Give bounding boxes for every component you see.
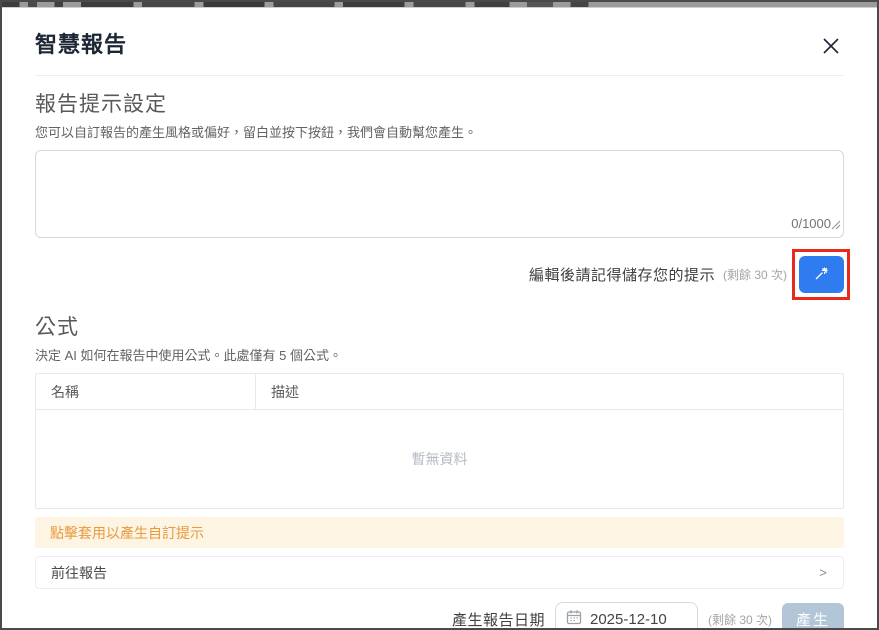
- apply-prompt-banner[interactable]: 點擊套用以產生自訂提示: [35, 517, 844, 548]
- prompt-section-description: 您可以自訂報告的產生風格或偏好，留白並按下按鈕，我們會自動幫您產生。: [35, 125, 844, 141]
- formula-table-header: 名稱 描述: [36, 374, 843, 410]
- column-header-description: 描述: [256, 374, 843, 409]
- resize-handle-icon[interactable]: [831, 217, 841, 235]
- char-counter: 0/1000: [791, 216, 831, 231]
- report-date-value: 2025-12-10: [590, 611, 667, 628]
- magic-wand-icon: [813, 264, 831, 285]
- generate-remaining-note: (剩餘 30 次): [708, 611, 772, 628]
- formula-table: 名稱 描述 暫無資料: [35, 373, 844, 509]
- close-icon: [821, 44, 841, 59]
- save-hint-row: 編輯後請記得儲存您的提示 (剩餘 30 次): [35, 249, 844, 299]
- formula-section-heading: 公式: [35, 314, 844, 342]
- goto-report-label: 前往報告: [51, 563, 107, 583]
- screenshot-stage: 智慧報告 報告提示設定 您可以自訂報告的產生風格或偏好，留白並按下按鈕，我們會自…: [0, 0, 879, 630]
- prompt-textarea[interactable]: [35, 150, 844, 238]
- header-divider: [35, 75, 844, 76]
- auto-generate-prompt-button[interactable]: [799, 256, 844, 293]
- prompt-textarea-wrap: 0/1000: [35, 150, 844, 238]
- modal-header: 智慧報告: [35, 8, 844, 60]
- close-button[interactable]: [820, 36, 842, 58]
- generate-report-button[interactable]: 產生: [782, 603, 844, 630]
- generate-footer-row: 產生報告日期 2025-12-10 (剩餘 30 次) 產生: [35, 602, 844, 630]
- column-header-name: 名稱: [36, 374, 256, 409]
- chevron-right-icon: >: [819, 565, 827, 580]
- goto-report-row[interactable]: 前往報告 >: [35, 556, 844, 589]
- magic-button-wrap: [799, 256, 844, 293]
- formula-section-description: 決定 AI 如何在報告中使用公式。此處僅有 5 個公式。: [35, 348, 844, 364]
- report-date-label: 產生報告日期: [452, 609, 545, 630]
- calendar-icon: [566, 609, 582, 630]
- prompt-remaining-note: (剩餘 30 次): [723, 266, 787, 283]
- table-empty-state: 暫無資料: [36, 410, 843, 508]
- prompt-section-heading: 報告提示設定: [35, 91, 844, 119]
- modal-title: 智慧報告: [35, 30, 844, 60]
- smart-report-modal: 智慧報告 報告提示設定 您可以自訂報告的產生風格或偏好，留白並按下按鈕，我們會自…: [2, 7, 877, 628]
- report-date-input[interactable]: 2025-12-10: [555, 602, 698, 630]
- save-hint-text: 編輯後請記得儲存您的提示: [529, 264, 715, 285]
